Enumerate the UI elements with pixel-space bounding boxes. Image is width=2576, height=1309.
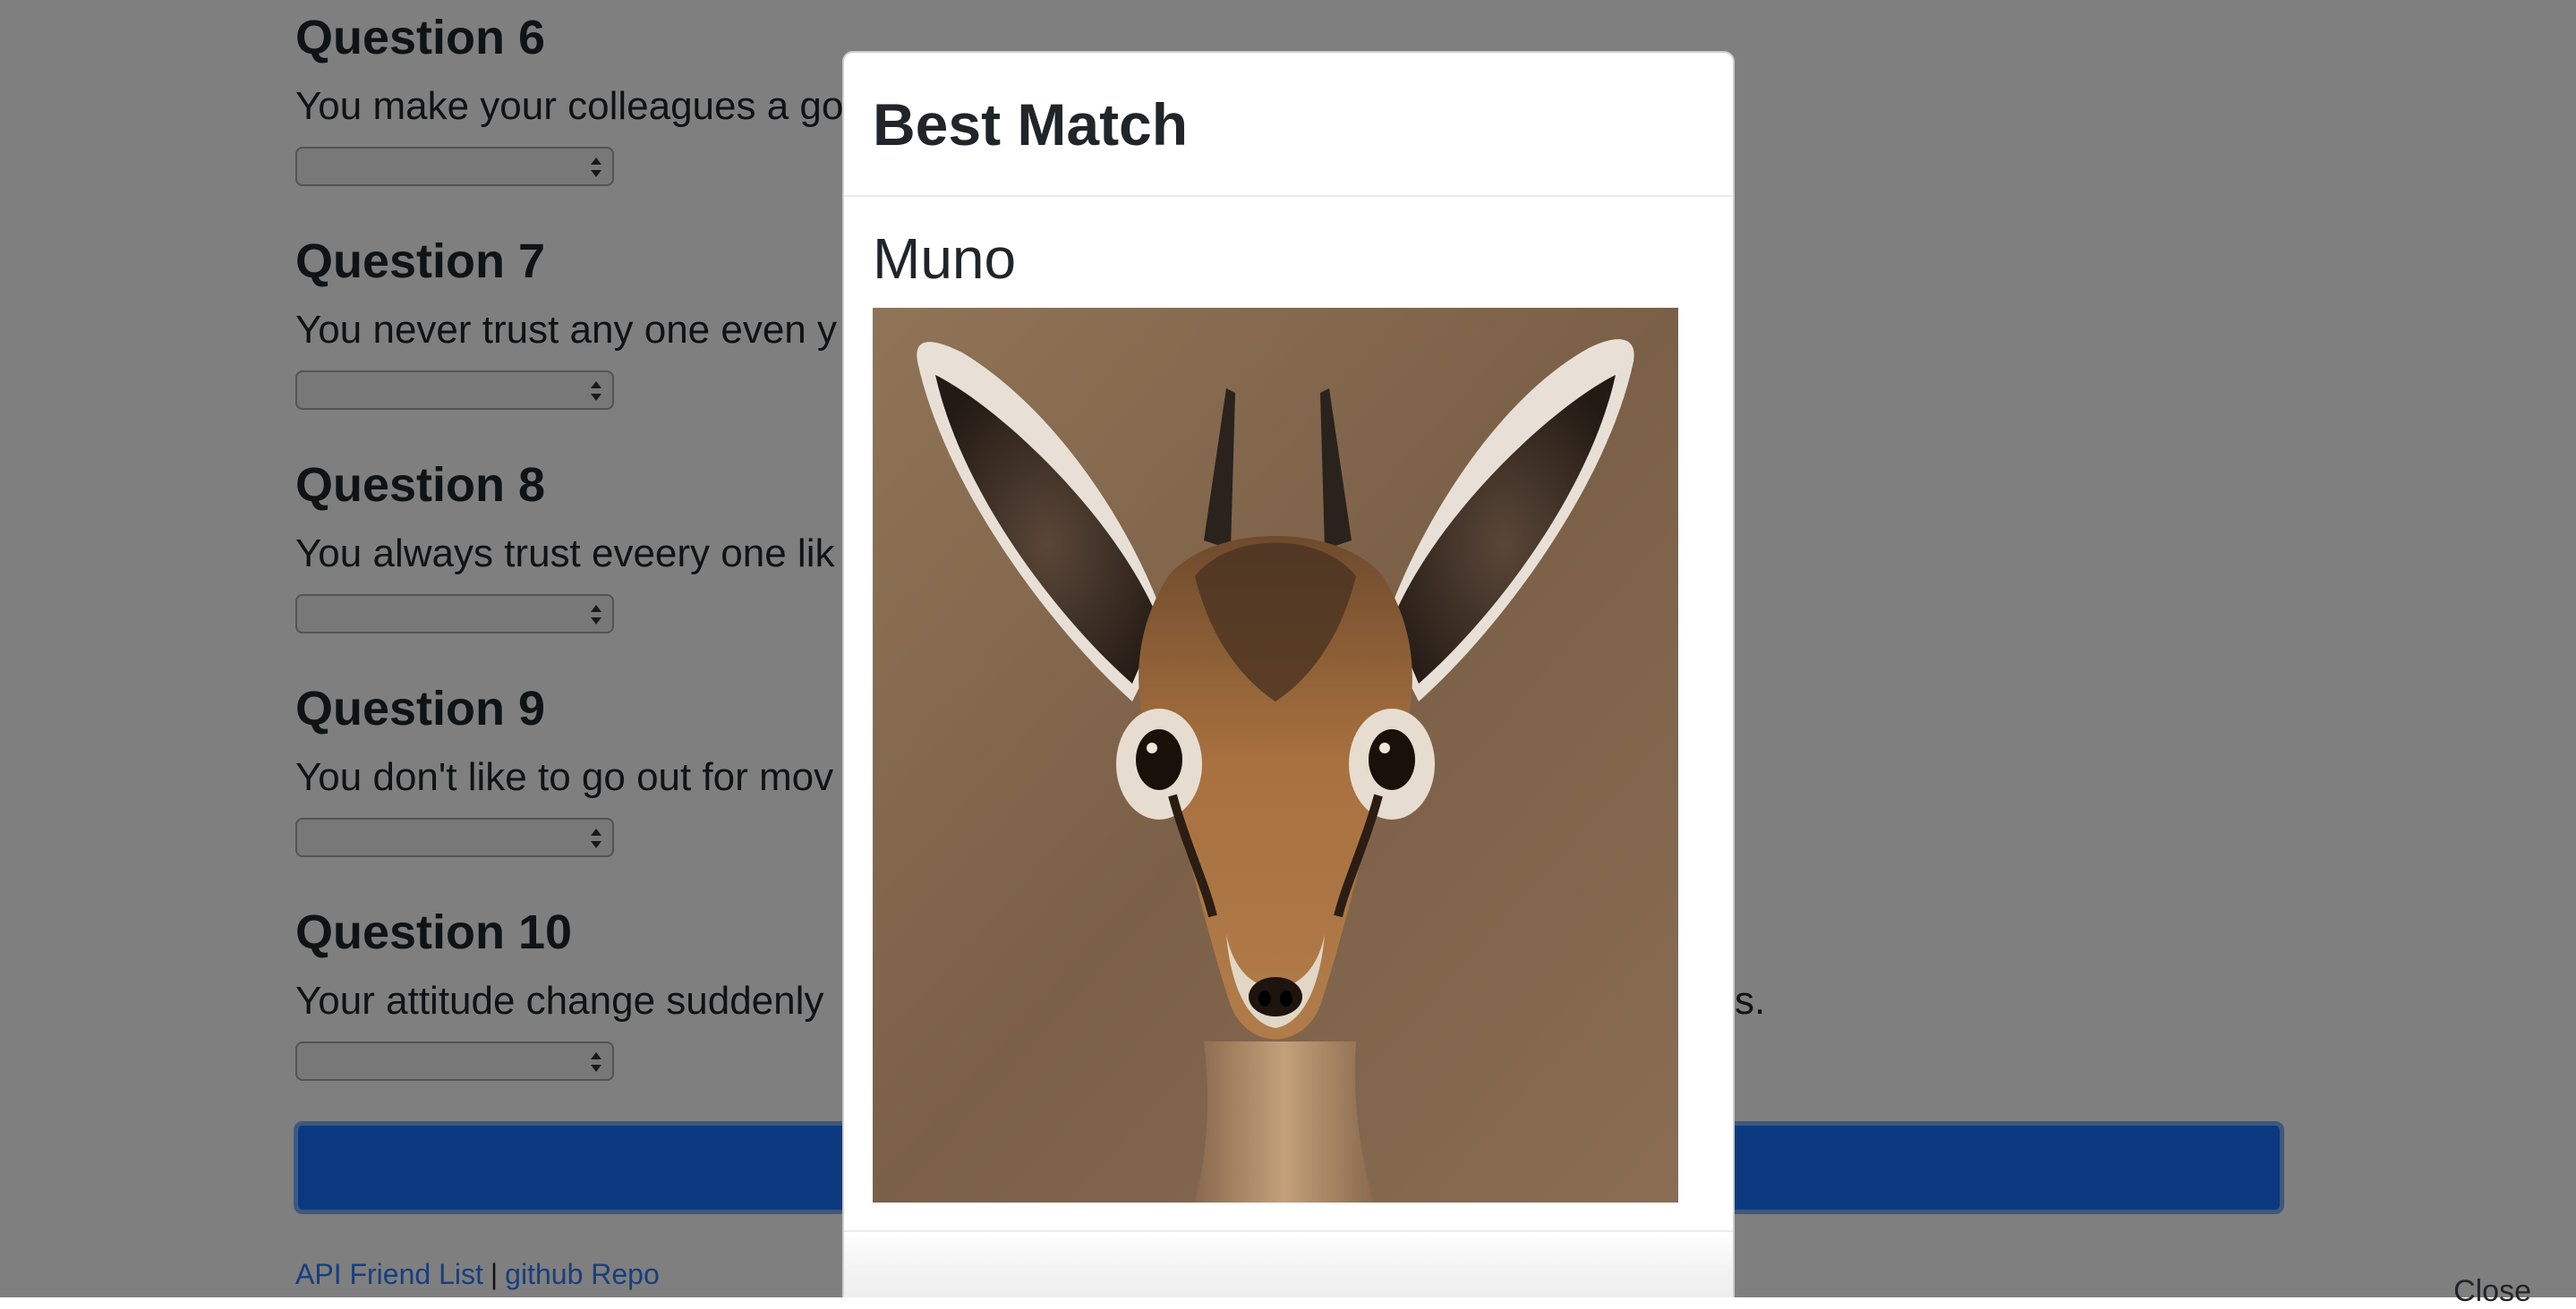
modal-title: Best Match <box>873 91 1189 157</box>
close-button[interactable]: Close <box>2453 1273 2531 1309</box>
modal-header: Best Match <box>844 53 1733 197</box>
modal-footer <box>844 1230 1733 1297</box>
best-match-modal: Best Match Muno <box>842 51 1735 1297</box>
match-photo <box>873 308 1678 1203</box>
match-name: Muno <box>873 226 1017 291</box>
